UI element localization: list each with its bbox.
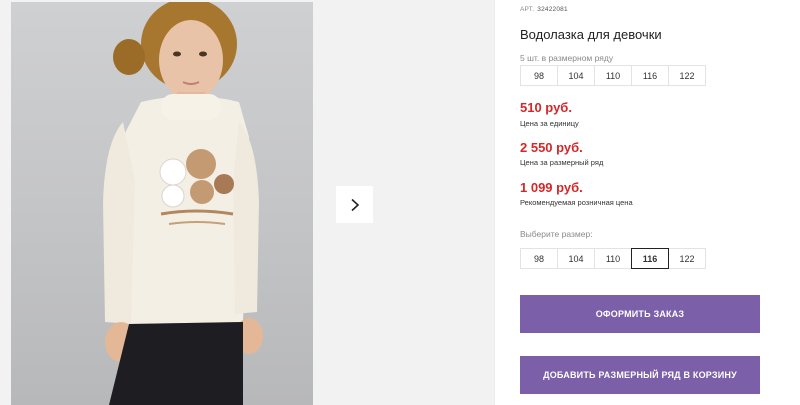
- pack-sizes: 98 104 110 116 122: [520, 65, 706, 86]
- product-info-panel: АРТ. 32422081 Водолазка для девочки 5 шт.…: [520, 0, 780, 405]
- size-option-98[interactable]: 98: [520, 248, 558, 269]
- size-option-116[interactable]: 116: [631, 248, 669, 269]
- pack-sizes-label: 5 шт. в размерном ряду: [520, 53, 614, 63]
- product-title: Водолазка для девочки: [520, 27, 662, 42]
- size-selector: 98 104 110 116 122: [520, 248, 706, 269]
- retail-price: 1 099 руб.: [520, 180, 583, 195]
- product-photo: [11, 2, 313, 405]
- set-price: 2 550 руб.: [520, 140, 583, 155]
- choose-size-label: Выберите размер:: [520, 229, 593, 239]
- pack-size: 110: [594, 65, 632, 86]
- retail-price-note: Рекомендуемая розничная цена: [520, 198, 633, 207]
- unit-price: 510 руб.: [520, 100, 572, 115]
- pack-size: 98: [520, 65, 558, 86]
- chevron-right-icon: [350, 198, 359, 211]
- size-option-110[interactable]: 110: [594, 248, 632, 269]
- place-order-button[interactable]: ОФОРМИТЬ ЗАКАЗ: [520, 295, 760, 333]
- set-price-note: Цена за размерный ряд: [520, 158, 604, 167]
- product-gallery: [0, 0, 494, 405]
- pack-size: 104: [557, 65, 595, 86]
- pack-size: 122: [668, 65, 706, 86]
- size-option-104[interactable]: 104: [557, 248, 595, 269]
- add-size-set-to-cart-button[interactable]: ДОБАВИТЬ РАЗМЕРНЫЙ РЯД В КОРЗИНУ: [520, 356, 760, 394]
- pack-size: 116: [631, 65, 669, 86]
- next-image-button[interactable]: [336, 186, 373, 223]
- article-value: 32422081: [537, 6, 568, 13]
- size-option-122[interactable]: 122: [668, 248, 706, 269]
- girl-in-turtleneck-image: [103, 2, 263, 405]
- article-label: АРТ.: [520, 6, 535, 13]
- article-number: АРТ. 32422081: [520, 6, 568, 13]
- panel-divider: [494, 0, 495, 405]
- unit-price-note: Цена за единицу: [520, 119, 579, 128]
